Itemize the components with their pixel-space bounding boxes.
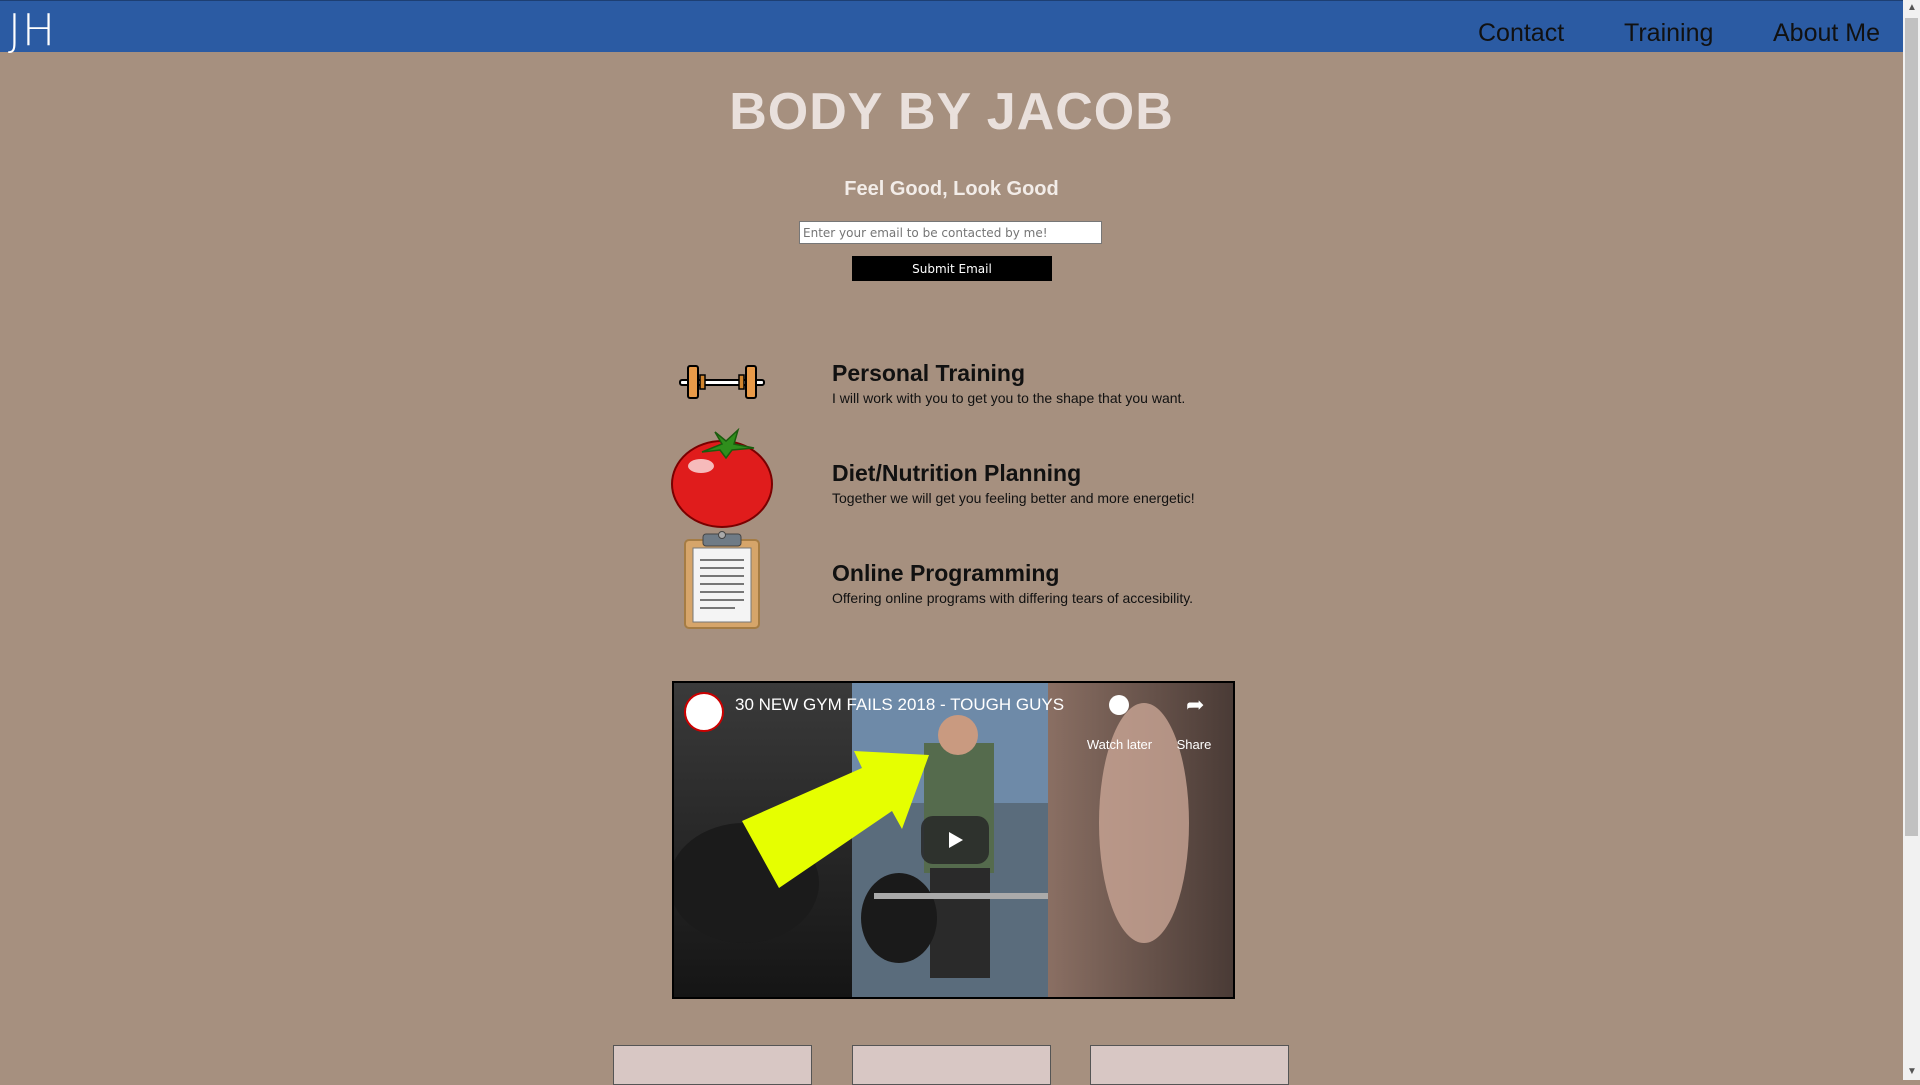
- bottom-card-2[interactable]: [852, 1045, 1051, 1085]
- service-title-diet-nutrition: Diet/Nutrition Planning: [832, 460, 1082, 486]
- service-title-personal-training: Personal Training: [832, 360, 1025, 386]
- service-desc-diet-nutrition: Together we will get you feeling better …: [832, 490, 1195, 506]
- site-logo[interactable]: JH: [8, 5, 56, 56]
- vertical-scrollbar[interactable]: ▲ ▼: [1903, 0, 1920, 1080]
- watch-later-label[interactable]: Watch later: [1082, 737, 1157, 752]
- video-embed[interactable]: 30 NEW GYM FAILS 2018 - TOUGH GUYS Watch…: [672, 681, 1235, 999]
- submit-email-button[interactable]: Submit Email: [852, 256, 1052, 281]
- scrollbar-thumb[interactable]: [1905, 18, 1918, 836]
- barbell-icon: [679, 365, 765, 399]
- play-button[interactable]: [921, 816, 989, 864]
- nav-contact[interactable]: Contact: [1478, 19, 1564, 48]
- video-title[interactable]: 30 NEW GYM FAILS 2018 - TOUGH GUYS: [735, 695, 1064, 715]
- share-label[interactable]: Share: [1164, 737, 1224, 752]
- bottom-card-1[interactable]: [613, 1045, 812, 1085]
- channel-avatar[interactable]: [684, 692, 724, 732]
- watch-later-icon[interactable]: [1109, 695, 1129, 715]
- tagline: Feel Good, Look Good: [844, 178, 1059, 200]
- service-desc-personal-training: I will work with you to get you to the s…: [832, 390, 1186, 406]
- service-title-online-programming: Online Programming: [832, 560, 1060, 586]
- share-icon[interactable]: ➦: [1186, 694, 1204, 716]
- clipboard-icon: [684, 531, 760, 629]
- nav-about-me[interactable]: About Me: [1773, 19, 1880, 48]
- tomato-icon: [671, 428, 773, 528]
- bottom-card-3[interactable]: [1090, 1045, 1289, 1085]
- scroll-down-arrow-icon[interactable]: ▼: [1907, 1066, 1917, 1077]
- email-input[interactable]: [799, 221, 1102, 244]
- top-nav-bar: JH Contact Training About Me: [0, 0, 1903, 56]
- nav-training[interactable]: Training: [1624, 19, 1713, 48]
- play-icon: [949, 832, 963, 848]
- scroll-up-arrow-icon[interactable]: ▲: [1907, 2, 1917, 13]
- page-title: BODY BY JACOB: [729, 83, 1174, 141]
- service-desc-online-programming: Offering online programs with differing …: [832, 590, 1194, 606]
